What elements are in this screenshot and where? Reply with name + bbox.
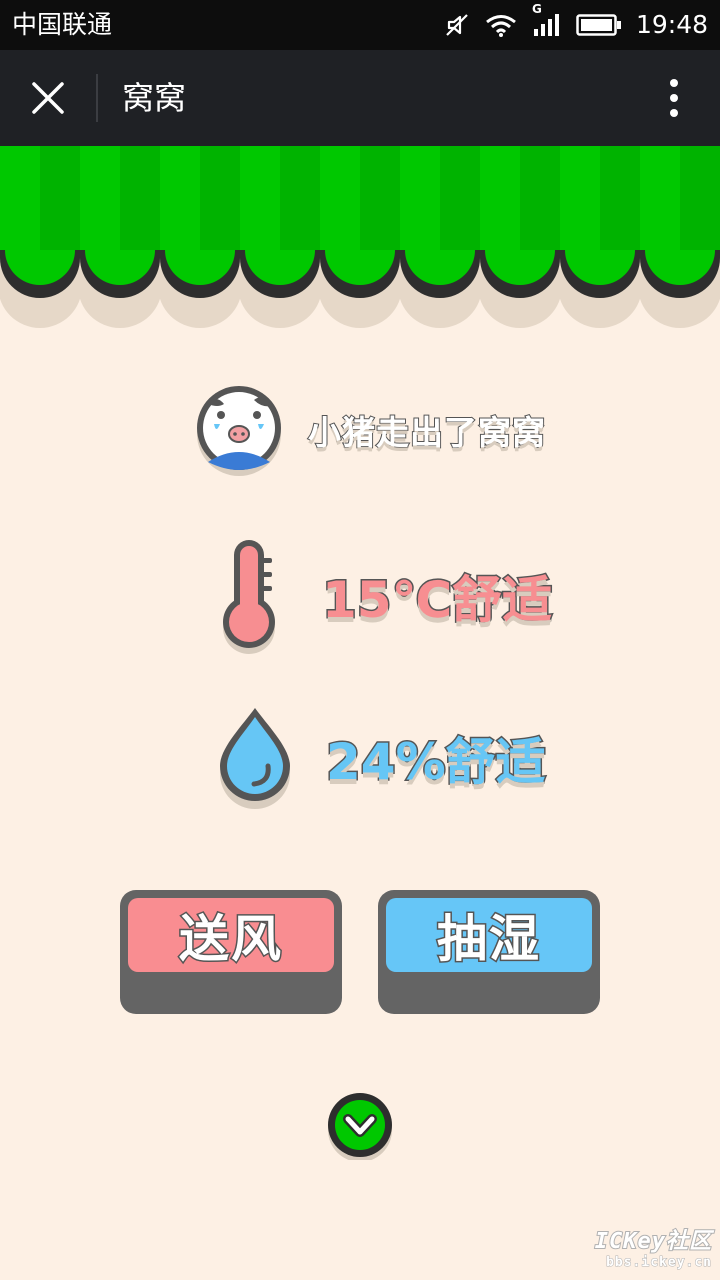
dehumidify-button-label: 抽湿 <box>436 909 541 970</box>
cell-signal: G <box>532 2 562 38</box>
dehumidify-button[interactable]: 抽湿 <box>378 890 600 1014</box>
temperature-row: 15℃舒适 <box>216 536 554 656</box>
fan-button-label: 送风 <box>178 909 283 970</box>
more-vertical-icon <box>670 79 678 117</box>
temperature-readout: 15℃舒适 <box>320 570 553 631</box>
humidity-row: 24%舒适 <box>218 704 548 812</box>
wifi-icon <box>486 15 516 37</box>
close-button[interactable] <box>20 70 76 126</box>
dehumidify-button-face: 抽湿 <box>386 898 592 972</box>
clock: 19:48 <box>635 10 708 39</box>
nav-divider <box>96 74 98 122</box>
status-message-row: 小猪走出了窝窝 <box>194 382 546 478</box>
status-bar: 中国联通 G 19:48 <box>0 0 720 50</box>
status-icons: G 19:48 <box>444 0 708 50</box>
expand-button[interactable] <box>326 1092 394 1160</box>
watermark-main: ICKey社区 <box>594 1228 712 1255</box>
fan-button-face: 送风 <box>128 898 334 972</box>
nav-bar: 窝窝 <box>0 50 720 146</box>
network-type: G <box>531 2 542 16</box>
more-options-button[interactable] <box>662 76 686 120</box>
page-title: 窝窝 <box>122 79 187 117</box>
water-drop-icon <box>220 708 290 809</box>
watermark: ICKey社区 bbs.ickey.cn <box>594 1223 712 1271</box>
battery-icon <box>576 14 621 36</box>
carrier-name: 中国联通 <box>12 10 113 39</box>
humidity-readout: 24%舒适 <box>325 732 548 793</box>
close-icon <box>32 82 64 114</box>
awning-decoration <box>0 146 720 328</box>
watermark-sub: bbs.ickey.cn <box>606 1255 712 1271</box>
status-message: 小猪走出了窝窝 <box>307 412 546 453</box>
thermometer-icon <box>223 540 275 654</box>
fan-button[interactable]: 送风 <box>120 890 342 1014</box>
mute-icon <box>446 14 468 36</box>
pig-avatar-icon <box>197 386 281 476</box>
